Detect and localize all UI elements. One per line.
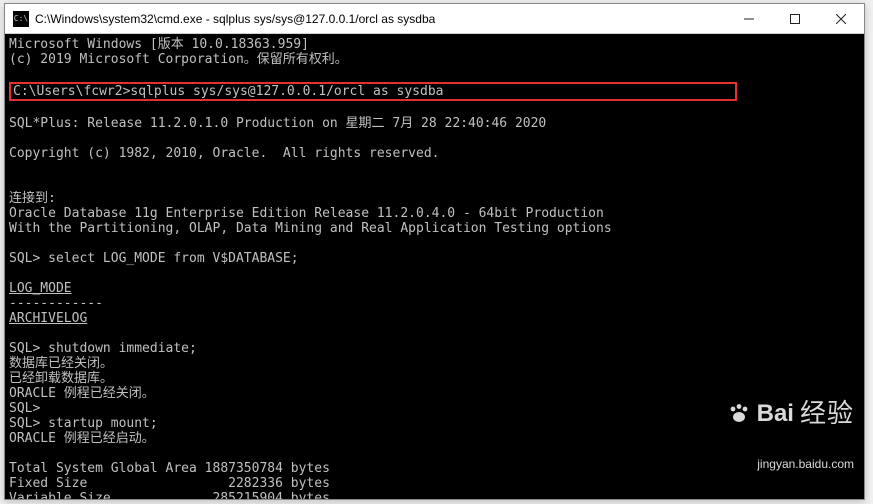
cmd-window: C:\ C:\Windows\system32\cmd.exe - sqlplu… [4,3,865,500]
highlighted-command: C:\Users\fcwr2>sqlplus sys/sys@127.0.0.1… [9,82,737,101]
watermark-brand-en: Bai [757,406,794,421]
text-line: Microsoft Windows [版本 10.0.18363.959] [9,37,309,52]
text-line: 连接到: [9,191,56,206]
text-line: Oracle Database 11g Enterprise Edition R… [9,206,604,221]
text-line: 已经卸载数据库。 [9,371,113,386]
text-line: SQL> shutdown immediate; [9,341,197,356]
titlebar[interactable]: C:\ C:\Windows\system32\cmd.exe - sqlplu… [5,4,864,34]
text-line: Copyright (c) 1982, 2010, Oracle. All ri… [9,146,439,161]
text-line: (c) 2019 Microsoft Corporation。保留所有权利。 [9,52,348,67]
text-line: Variable Size 285215904 bytes [9,491,330,499]
text-line: SQL> select LOG_MODE from V$DATABASE; [9,251,299,266]
text-line: With the Partitioning, OLAP, Data Mining… [9,221,612,236]
minimize-button[interactable] [726,4,772,34]
close-button[interactable] [818,4,864,34]
text-line: Total System Global Area 1887350784 byte… [9,461,330,476]
text-line: ORACLE 例程已经关闭。 [9,386,155,401]
window-title: C:\Windows\system32\cmd.exe - sqlplus sy… [35,12,726,26]
column-value: ARCHIVELOG [9,311,87,326]
text-line: SQL> [9,401,40,416]
terminal-output[interactable]: Microsoft Windows [版本 10.0.18363.959] (c… [5,34,864,499]
text-line: ORACLE 例程已经启动。 [9,431,155,446]
text-line: SQL> startup mount; [9,416,158,431]
text-line: 数据库已经关闭。 [9,356,113,371]
watermark-url: jingyan.baidu.com [727,457,854,472]
cmd-icon: C:\ [13,11,29,27]
watermark: Bai 经验 jingyan.baidu.com [727,371,854,487]
text-line: ------------ [9,296,103,311]
text-line: Fixed Size 2282336 bytes [9,476,330,491]
maximize-button[interactable] [772,4,818,34]
window-controls [726,4,864,34]
text-line: SQL*Plus: Release 11.2.0.1.0 Production … [9,116,546,131]
paw-icon [727,401,751,425]
watermark-brand-cn: 经验 [800,406,854,421]
column-header: LOG_MODE [9,281,72,296]
